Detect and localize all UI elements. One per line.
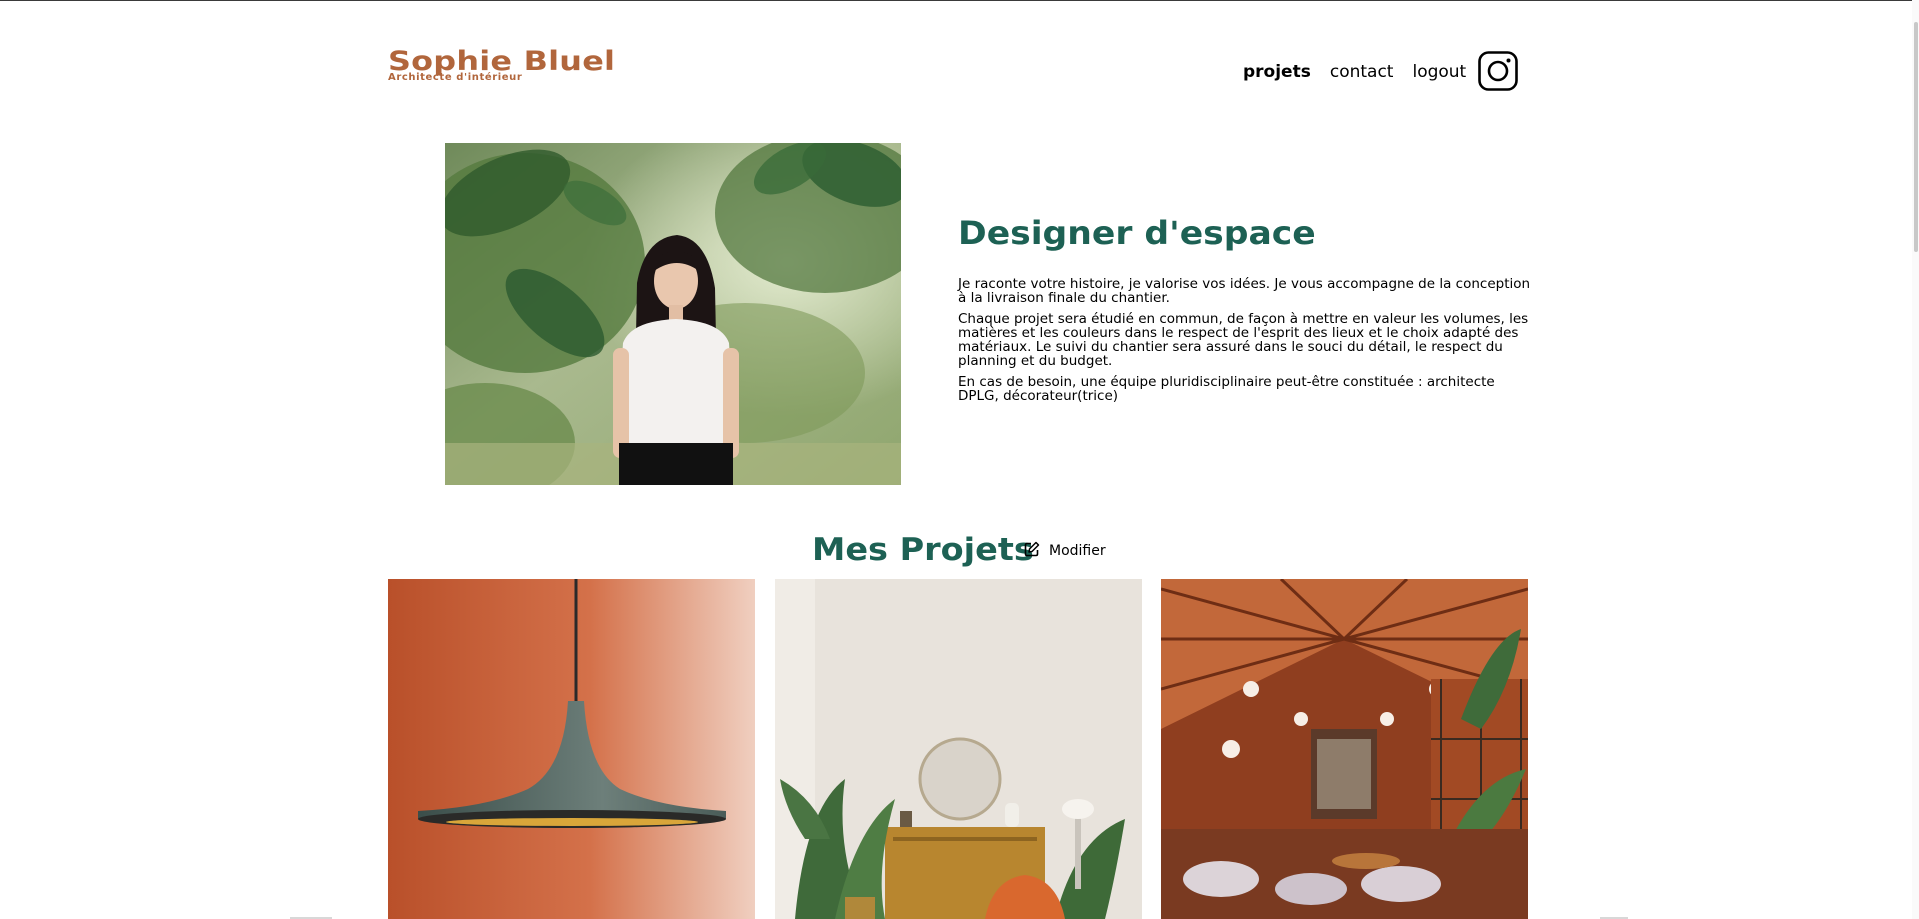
edit-projects-button[interactable]: Modifier bbox=[1024, 541, 1106, 561]
gallery-item-pendant-lamp[interactable] bbox=[388, 579, 755, 919]
edit-icon bbox=[1024, 541, 1040, 561]
intro-paragraph: Chaque projet sera étudié en commun, de … bbox=[958, 311, 1529, 369]
intro-paragraph: Je raconte votre histoire, je valorise v… bbox=[958, 276, 1531, 306]
main-nav: projets contact logout bbox=[1243, 62, 1466, 82]
nav-contact[interactable]: contact bbox=[1330, 62, 1394, 82]
logo-subtitle: Architecte d'intérieur bbox=[388, 72, 523, 83]
nav-logout[interactable]: logout bbox=[1412, 62, 1466, 82]
page: Sophie Bluel Architecte d'intérieur proj… bbox=[0, 0, 1919, 919]
intro-title: Designer d'espace bbox=[958, 214, 1316, 252]
gallery-item-restaurant[interactable] bbox=[1161, 579, 1528, 919]
edit-label: Modifier bbox=[1049, 543, 1106, 559]
logo-title[interactable]: Sophie Bluel bbox=[388, 48, 615, 75]
nav-projets[interactable]: projets bbox=[1243, 62, 1311, 82]
portrait-photo bbox=[445, 143, 901, 485]
instagram-icon[interactable] bbox=[1478, 51, 1518, 91]
scrollbar[interactable] bbox=[1912, 0, 1919, 919]
top-border bbox=[0, 0, 1919, 1]
gallery-item-living-room[interactable] bbox=[775, 579, 1142, 919]
projects-title: Mes Projets bbox=[812, 532, 1034, 568]
scrollbar-thumb[interactable] bbox=[1914, 22, 1918, 252]
intro-text: Je raconte votre histoire, je valorise v… bbox=[958, 277, 1531, 410]
intro-paragraph: En cas de besoin, une équipe pluridiscip… bbox=[958, 374, 1495, 404]
